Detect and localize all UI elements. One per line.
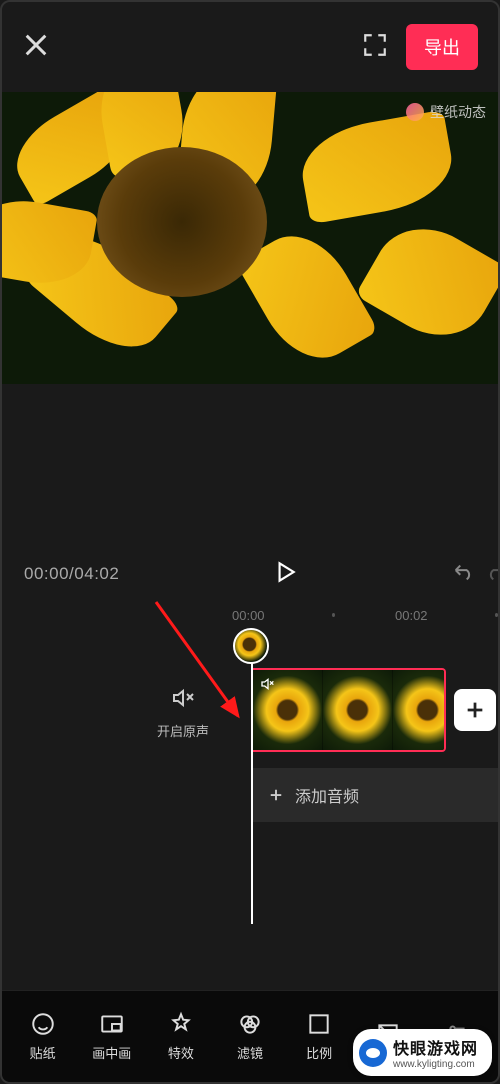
tool-filter[interactable]: 滤镜 xyxy=(215,1011,284,1062)
ruler-dot xyxy=(495,613,498,617)
watermark-text: 壁纸动态 xyxy=(430,102,486,122)
export-button[interactable]: 导出 xyxy=(406,24,478,70)
watermark-logo-icon xyxy=(406,103,424,121)
export-label: 导出 xyxy=(424,34,460,60)
play-controls: 00:00/04:02 xyxy=(2,554,498,594)
speaker-muted-icon xyxy=(169,686,197,710)
sticker-icon xyxy=(30,1011,56,1037)
tool-label: 画中画 xyxy=(92,1043,131,1062)
tool-label: 比例 xyxy=(306,1043,332,1062)
site-watermark: 快眼游戏网 www.kyligting.com xyxy=(353,1029,492,1076)
fullscreen-button[interactable] xyxy=(362,32,388,63)
redo-button[interactable] xyxy=(484,561,500,588)
add-audio-label: 添加音频 xyxy=(295,783,359,807)
ruler-tick: 00:00 xyxy=(232,608,272,623)
timeline-ruler[interactable]: 00:00 00:02 xyxy=(2,600,498,630)
tool-effects[interactable]: 特效 xyxy=(146,1011,215,1062)
add-clip-button[interactable] xyxy=(454,689,496,731)
sound-toggle-label: 开启原声 xyxy=(157,721,209,740)
video-track xyxy=(253,668,498,752)
plus-icon xyxy=(267,786,285,804)
effects-icon xyxy=(168,1011,194,1037)
site-logo-icon xyxy=(359,1039,387,1067)
add-audio-button[interactable]: 添加音频 xyxy=(253,768,498,822)
original-sound-toggle[interactable]: 开启原声 xyxy=(157,686,209,740)
playhead-thumbnail[interactable] xyxy=(233,628,269,664)
tool-label: 滤镜 xyxy=(237,1043,263,1062)
tool-label: 贴纸 xyxy=(30,1043,56,1062)
tool-pip[interactable]: 画中画 xyxy=(77,1011,146,1062)
site-url: www.kyligting.com xyxy=(393,1059,475,1070)
tool-sticker[interactable]: 贴纸 xyxy=(8,1011,77,1062)
current-time: 00:00 xyxy=(24,564,69,583)
top-bar: 导出 xyxy=(2,2,498,92)
clip-thumbnail xyxy=(393,670,446,750)
site-title: 快眼游戏网 xyxy=(393,1035,478,1059)
plus-icon xyxy=(464,699,486,721)
video-preview[interactable]: 壁纸动态 xyxy=(2,92,498,384)
playhead-line[interactable] xyxy=(251,662,253,924)
ruler-dot xyxy=(332,613,335,617)
play-button[interactable] xyxy=(272,559,298,590)
tool-ratio[interactable]: 比例 xyxy=(285,1011,354,1062)
close-button[interactable] xyxy=(22,31,50,64)
preview-image xyxy=(2,92,498,384)
filter-icon xyxy=(237,1011,263,1037)
ratio-icon xyxy=(306,1011,332,1037)
ruler-tick: 00:02 xyxy=(395,608,435,623)
pip-icon xyxy=(99,1011,125,1037)
clip-thumbnail xyxy=(323,670,393,750)
tool-label: 特效 xyxy=(168,1043,194,1062)
timeline: 00:00 00:02 开启原声 xyxy=(2,600,498,848)
undo-button[interactable] xyxy=(450,561,476,588)
video-clip[interactable] xyxy=(253,668,446,752)
preview-watermark: 壁纸动态 xyxy=(406,102,486,122)
timecode: 00:00/04:02 xyxy=(24,564,119,584)
total-time: 04:02 xyxy=(74,564,119,583)
clip-mute-icon xyxy=(259,676,277,697)
